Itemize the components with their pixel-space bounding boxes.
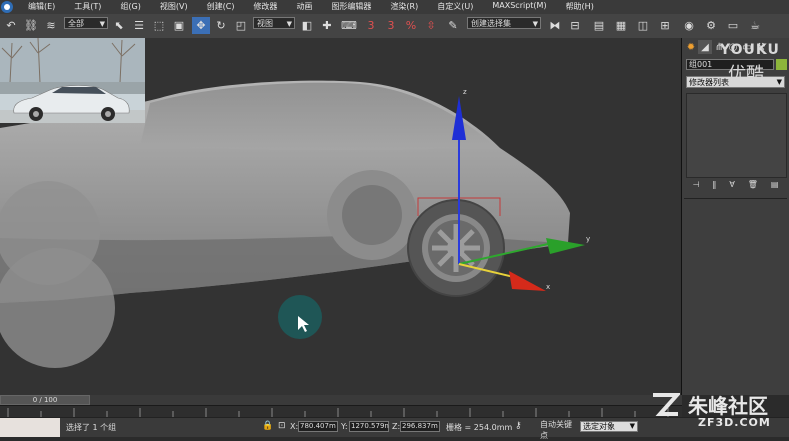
configure-sets-icon[interactable]: ▤ xyxy=(771,180,779,189)
menu-item[interactable]: 工具(T) xyxy=(74,1,101,12)
mirror-icon[interactable]: ⧓ xyxy=(546,17,564,34)
y-coord-field[interactable]: 1270.579n xyxy=(349,421,389,432)
rendered-frame-icon[interactable]: ▭ xyxy=(724,17,742,34)
bind-space-warp-icon[interactable]: ≋ xyxy=(42,17,60,34)
render-setup-icon[interactable]: ⚙ xyxy=(702,17,720,34)
named-selection-dropdown[interactable]: 创建选择集 ▼ xyxy=(467,17,541,29)
menu-bar: 编辑(E) 工具(T) 组(G) 视图(V) 创建(C) 修改器 动画 图形编辑器 渲染(R) 自… xyxy=(0,0,789,15)
wheel-ghost-front-lower xyxy=(0,248,115,368)
command-panel: ✹ ◢ ⋔ ◎ ▭ ⚒ 组001 修改器列表 ▼ ⊣ ‖ ∀ 🗑 ▤ xyxy=(682,38,789,395)
pivot-center-icon[interactable]: ◧ xyxy=(298,17,316,34)
select-by-name-icon[interactable]: ☰ xyxy=(130,17,148,34)
wheel-ghost-rear xyxy=(342,185,402,245)
key-filter-dropdown[interactable]: 选定对象 ▼ xyxy=(580,421,638,432)
time-slider[interactable]: 0 / 100 xyxy=(0,395,90,405)
schematic-view-icon[interactable]: ⊞ xyxy=(656,17,674,34)
status-prompt: 选择了 1 个组 xyxy=(66,423,117,432)
render-production-icon[interactable]: ☕ xyxy=(746,17,764,34)
menu-item[interactable]: 编辑(E) xyxy=(28,1,55,12)
align-icon[interactable]: ⊟ xyxy=(566,17,584,34)
object-color-swatch[interactable] xyxy=(776,59,787,70)
stack-controls: ⊣ ‖ ∀ 🗑 ▤ xyxy=(686,177,785,191)
x-coord-label: X: xyxy=(290,422,299,431)
select-move-icon[interactable]: ✥ xyxy=(192,17,210,34)
curve-editor-icon[interactable]: ◫ xyxy=(634,17,652,34)
selection-lock-icon[interactable]: 🔒 xyxy=(262,421,273,431)
select-manipulate-icon[interactable]: ✚ xyxy=(318,17,336,34)
graphite-ribbon-icon[interactable]: ▦ xyxy=(612,17,630,34)
absolute-mode-icon[interactable]: ⊡ xyxy=(278,421,286,431)
zf3d-site-watermark: 朱峰社区 xyxy=(688,394,768,418)
maxscript-listener[interactable] xyxy=(0,418,60,437)
layer-manager-icon[interactable]: ▤ xyxy=(590,17,608,34)
youku-cn-watermark: 优酷 xyxy=(728,64,764,85)
pin-stack-icon[interactable]: ⊣ xyxy=(692,180,699,189)
x-coord-field[interactable]: 780.407m xyxy=(298,421,338,432)
make-unique-icon[interactable]: ∀ xyxy=(729,180,734,189)
z-coord-label: Z: xyxy=(392,422,401,431)
perspective-viewport[interactable]: z y x xyxy=(0,38,682,395)
menu-item[interactable]: MAXScript(M) xyxy=(492,1,546,12)
app-logo-icon[interactable] xyxy=(0,0,17,14)
timeline xyxy=(0,395,682,405)
link-icon[interactable]: ⛓ xyxy=(22,17,40,34)
youku-watermark: YOUKU xyxy=(720,42,780,58)
menu-item[interactable]: 自定义(U) xyxy=(437,1,473,12)
menu-item[interactable]: 图形编辑器 xyxy=(331,1,371,12)
undo-icon[interactable]: ↶ xyxy=(2,17,20,34)
zf3d-url-watermark: ZF3D.COM xyxy=(698,416,771,429)
select-object-icon[interactable]: ⬉ xyxy=(110,17,128,34)
menu-item[interactable]: 视图(V) xyxy=(160,1,188,12)
selection-filter-dropdown[interactable]: 全部 ▼ xyxy=(64,17,108,29)
zf3d-logo-icon xyxy=(650,390,682,420)
menu-item[interactable]: 动画 xyxy=(296,1,312,12)
key-icon[interactable]: ⚷ xyxy=(515,421,522,431)
select-rotate-icon[interactable]: ↻ xyxy=(212,17,230,34)
svg-text:z: z xyxy=(463,88,467,96)
menu-item[interactable]: 渲染(R) xyxy=(390,1,418,12)
spinner-snap-icon[interactable]: ⇳ xyxy=(422,17,440,34)
menu-item[interactable]: 创建(C) xyxy=(207,1,235,12)
menu-item[interactable]: 组(G) xyxy=(120,1,140,12)
y-coord-label: Y: xyxy=(341,422,348,431)
reference-photo xyxy=(0,38,145,123)
angle-snap-icon[interactable]: 3 xyxy=(382,17,400,34)
menu-items: 编辑(E) 工具(T) 组(G) 视图(V) 创建(C) 修改器 动画 图形编辑器 渲染(R) 自… xyxy=(28,1,613,12)
edit-named-selection-icon[interactable]: ✎ xyxy=(444,17,462,34)
svg-text:x: x xyxy=(546,283,550,291)
reference-coordinate-dropdown[interactable]: 视图 ▼ xyxy=(253,17,295,29)
z-coord-field[interactable]: 296.837m xyxy=(400,421,440,432)
material-editor-icon[interactable]: ◉ xyxy=(680,17,698,34)
menu-item[interactable]: 帮助(H) xyxy=(566,1,594,12)
remove-modifier-icon[interactable]: 🗑 xyxy=(748,180,758,189)
modifier-stack[interactable] xyxy=(686,93,787,178)
svg-text:y: y xyxy=(586,235,590,243)
rect-selection-icon[interactable]: ⬚ xyxy=(150,17,168,34)
snaps-toggle-icon[interactable]: 3 xyxy=(362,17,380,34)
create-tab-icon[interactable]: ✹ xyxy=(684,40,698,54)
cursor-highlight xyxy=(278,295,322,339)
show-end-result-icon[interactable]: ‖ xyxy=(712,180,716,189)
modify-tab-icon[interactable]: ◢ xyxy=(698,40,712,54)
percent-snap-icon[interactable]: % xyxy=(402,17,420,34)
panel-divider xyxy=(684,198,787,199)
window-crossing-icon[interactable]: ▣ xyxy=(170,17,188,34)
menu-item[interactable]: 修改器 xyxy=(253,1,277,12)
select-scale-icon[interactable]: ◰ xyxy=(232,17,250,34)
main-toolbar: ↶ ⛓ ≋ 全部 ▼ ⬉ ☰ ⬚ ▣ ✥ ↻ ◰ 视图 ▼ ◧ ✚ ⌨ 3 3 % … xyxy=(0,14,789,39)
grid-size: 栅格 = 254.0mm xyxy=(446,423,513,432)
auto-key-button[interactable]: 自动关键点 xyxy=(540,419,578,440)
keyboard-shortcut-override-icon[interactable]: ⌨ xyxy=(340,17,358,34)
selected-tire-group[interactable] xyxy=(407,197,505,297)
